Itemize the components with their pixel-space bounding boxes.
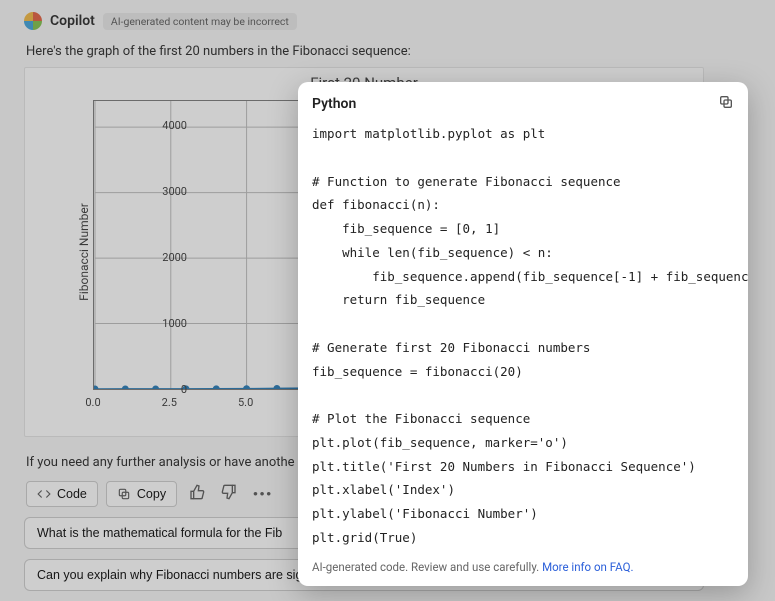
chart-ylabel: Fibonacci Number xyxy=(77,203,91,301)
ytick-label: 3000 xyxy=(147,185,187,198)
thumbs-up-icon xyxy=(189,484,205,500)
thumbs-down-button[interactable] xyxy=(217,480,241,507)
xtick-label: 2.5 xyxy=(154,396,184,409)
copy-code-button[interactable] xyxy=(718,94,734,114)
xtick-label: 5.0 xyxy=(231,396,261,409)
copilot-logo-icon xyxy=(24,12,42,30)
code-block[interactable]: import matplotlib.pyplot as plt # Functi… xyxy=(298,122,748,552)
xtick-label: 0.0 xyxy=(78,396,108,409)
ytick-label: 1000 xyxy=(147,317,187,330)
copy-response-button[interactable]: Copy xyxy=(106,481,177,507)
code-footer-text: AI-generated code. Review and use carefu… xyxy=(312,560,539,574)
copy-button-label: Copy xyxy=(137,487,166,501)
copy-icon xyxy=(117,487,131,501)
thumbs-up-button[interactable] xyxy=(185,480,209,507)
code-button-label: Code xyxy=(57,487,87,501)
thumbs-down-icon xyxy=(221,484,237,500)
disclaimer-badge: AI-generated content may be incorrect xyxy=(103,13,297,30)
response-intro-text: Here's the graph of the first 20 numbers… xyxy=(26,44,751,59)
ytick-label: 4000 xyxy=(147,119,187,132)
ellipsis-icon: ••• xyxy=(253,486,273,501)
code-popover: Python import matplotlib.pyplot as plt #… xyxy=(298,82,748,586)
more-actions-button[interactable]: ••• xyxy=(249,482,277,505)
code-button[interactable]: Code xyxy=(26,481,98,507)
copy-icon xyxy=(718,94,734,110)
faq-link[interactable]: More info on FAQ. xyxy=(542,560,633,574)
code-footer: AI-generated code. Review and use carefu… xyxy=(298,552,748,586)
code-language-label: Python xyxy=(312,96,356,112)
code-icon xyxy=(37,487,51,501)
ytick-label: 2000 xyxy=(147,251,187,264)
ytick-label: 0 xyxy=(147,383,187,396)
app-title: Copilot xyxy=(50,13,95,29)
